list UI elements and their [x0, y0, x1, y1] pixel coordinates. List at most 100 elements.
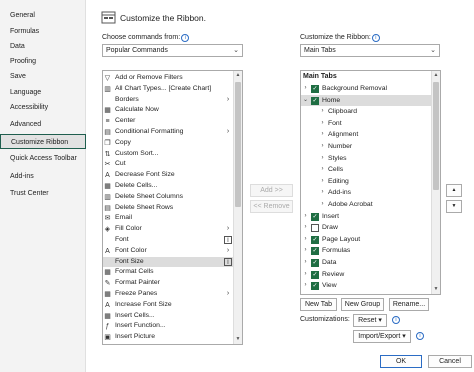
commands-list-scrollbar[interactable]: ▲ ▼	[233, 71, 242, 344]
expand-icon[interactable]: ›	[319, 153, 326, 165]
command-item[interactable]: A Increase Font Size	[103, 300, 234, 311]
ribbon-tree-item[interactable]: › Clipboard	[301, 106, 431, 118]
expand-icon[interactable]: ›	[302, 222, 309, 234]
tab-checkbox[interactable]: ✓	[311, 85, 319, 93]
nav-item-proofing[interactable]: Proofing	[0, 54, 86, 69]
new-group-button[interactable]: New Group	[341, 298, 384, 311]
command-item[interactable]: Font Size I	[103, 256, 234, 268]
move-up-button[interactable]: ▲	[446, 184, 462, 197]
ribbon-tree-item[interactable]: › Draw	[301, 222, 431, 234]
ribbon-source-dropdown[interactable]: Main Tabs ⌄	[300, 44, 440, 57]
collapse-icon[interactable]: ⌄	[302, 95, 309, 107]
command-item[interactable]: ⇅ Custom Sort...	[103, 149, 234, 160]
expand-icon[interactable]: ›	[319, 141, 326, 153]
ribbon-tree-item[interactable]: › ✓ Review	[301, 269, 431, 281]
nav-item-customize-ribbon[interactable]: Customize Ribbon	[0, 134, 86, 149]
command-item[interactable]: ✉ Email	[103, 213, 234, 224]
new-tab-button[interactable]: New Tab	[300, 298, 337, 311]
command-item[interactable]: ▥ Delete Sheet Columns	[103, 192, 234, 203]
expand-icon[interactable]: ›	[302, 211, 309, 223]
nav-item-language[interactable]: Language	[0, 85, 86, 100]
ribbon-tree-item[interactable]: › Add-ins	[301, 187, 431, 199]
ribbon-tree-item[interactable]: › ✓ Formulas	[301, 245, 431, 257]
tab-checkbox[interactable]: ✓	[311, 212, 319, 221]
expand-icon[interactable]: ›	[319, 164, 326, 176]
expand-icon[interactable]: ›	[302, 280, 309, 292]
ribbon-tabs-tree[interactable]: Main Tabs › ✓ Background Removal ⌄ ✓ Home › Cli…	[300, 70, 441, 295]
scroll-up-icon[interactable]: ▲	[432, 71, 440, 80]
tab-checkbox[interactable]: ✓	[311, 282, 319, 291]
nav-item-general[interactable]: General	[0, 8, 86, 23]
expand-icon[interactable]: ›	[319, 176, 326, 188]
command-item[interactable]: ▥ All Chart Types... [Create Chart]	[103, 84, 234, 95]
ribbon-tree-item[interactable]: › ✓ Insert	[301, 211, 431, 223]
command-item[interactable]: ▤ Delete Sheet Rows	[103, 203, 234, 214]
nav-item-save[interactable]: Save	[0, 69, 86, 84]
info-icon[interactable]: i	[392, 316, 400, 324]
nav-item-advanced[interactable]: Advanced	[0, 117, 86, 132]
expand-icon[interactable]: ›	[302, 257, 309, 269]
command-item[interactable]: ▦ Freeze Panes ›	[103, 289, 234, 300]
ribbon-tree-item[interactable]: › Alignment	[301, 129, 431, 141]
command-item[interactable]: ❐ Copy	[103, 138, 234, 149]
rename-button[interactable]: Rename...	[389, 298, 429, 311]
ribbon-tree-item[interactable]: › Editing	[301, 176, 431, 188]
ribbon-tree-item[interactable]: › Font	[301, 118, 431, 130]
command-item[interactable]: Font I	[103, 235, 234, 246]
remove-button[interactable]: << Remove	[250, 200, 293, 213]
command-item[interactable]: Borders ›	[103, 95, 234, 106]
expand-icon[interactable]: ›	[302, 245, 309, 257]
command-item[interactable]: ✂ Cut	[103, 159, 234, 170]
tab-checkbox[interactable]: ✓	[311, 96, 319, 105]
expand-icon[interactable]: ›	[302, 234, 309, 246]
tab-checkbox[interactable]: ✓	[311, 247, 319, 256]
ribbon-tree-item[interactable]: › ✓ Background Removal	[301, 83, 431, 95]
command-item[interactable]: ▦ Delete Cells...	[103, 181, 234, 192]
ribbon-tree-item[interactable]: › Styles	[301, 153, 431, 165]
commands-list-scroll-thumb[interactable]	[235, 82, 241, 207]
scroll-down-icon[interactable]: ▼	[234, 335, 242, 344]
nav-item-formulas[interactable]: Formulas	[0, 24, 86, 39]
ribbon-tree-item[interactable]: › Cells	[301, 164, 431, 176]
info-icon[interactable]: i	[181, 34, 190, 42]
info-icon[interactable]: i	[371, 34, 380, 42]
tab-checkbox[interactable]: ✓	[311, 270, 319, 279]
tab-checkbox[interactable]: ✓	[311, 235, 319, 244]
expand-icon[interactable]: ›	[319, 187, 326, 199]
command-item[interactable]: ▤ Conditional Formatting ›	[103, 127, 234, 138]
nav-item-accessibility[interactable]: Accessibility	[0, 100, 86, 115]
expand-icon[interactable]: ›	[319, 118, 326, 130]
commands-list[interactable]: ▽ Add or Remove Filters ▥ All Chart Types..…	[102, 70, 243, 345]
nav-item-quick-access-toolbar[interactable]: Quick Access Toolbar	[0, 151, 86, 166]
command-item[interactable]: ◈ Fill Color ›	[103, 224, 234, 235]
command-item[interactable]: ▣ Insert Picture	[103, 332, 234, 343]
cancel-button[interactable]: Cancel	[428, 355, 472, 368]
info-icon[interactable]: i	[416, 332, 424, 340]
nav-item-data[interactable]: Data	[0, 39, 86, 54]
ribbon-tree-scroll-thumb[interactable]	[433, 82, 439, 190]
command-item[interactable]: ▦ Format Cells	[103, 267, 234, 278]
ribbon-tree-item[interactable]: › ✓ Data	[301, 257, 431, 269]
expand-icon[interactable]: ›	[319, 129, 326, 141]
reset-button[interactable]: Reset ▾	[353, 314, 387, 327]
ribbon-tree-item[interactable]: ⌄ ✓ Home	[301, 94, 431, 107]
ribbon-tree-item[interactable]: › Number	[301, 141, 431, 153]
tab-checkbox[interactable]: ✓	[311, 259, 319, 267]
add-button[interactable]: Add >>	[250, 184, 293, 197]
ribbon-tree-item[interactable]: › ✓ Page Layout	[301, 234, 431, 246]
command-item[interactable]: A Decrease Font Size	[103, 170, 234, 181]
nav-item-trust-center[interactable]: Trust Center	[0, 186, 86, 201]
expand-icon[interactable]: ›	[302, 269, 309, 281]
command-item[interactable]: ▦ Calculate Now	[103, 105, 234, 116]
scroll-up-icon[interactable]: ▲	[234, 71, 242, 80]
move-down-button[interactable]: ▼	[446, 200, 462, 213]
command-item[interactable]: ▦ Insert Cells...	[103, 311, 234, 322]
ok-button[interactable]: OK	[380, 355, 422, 368]
expand-icon[interactable]: ›	[319, 199, 326, 211]
ribbon-tree-item[interactable]: › Adobe Acrobat	[301, 199, 431, 211]
tab-checkbox[interactable]	[311, 224, 319, 233]
scroll-down-icon[interactable]: ▼	[432, 285, 440, 294]
nav-item-add-ins[interactable]: Add-ins	[0, 169, 86, 184]
command-item[interactable]: ƒ Insert Function...	[103, 321, 234, 332]
command-item[interactable]: ✎ Format Painter	[103, 278, 234, 289]
